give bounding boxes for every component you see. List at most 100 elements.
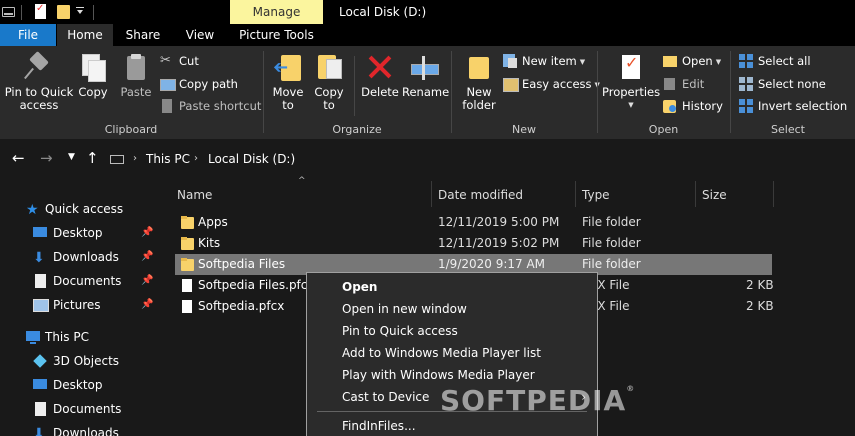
- address-bar[interactable]: › This PC › Local Disk (D:): [106, 147, 855, 171]
- nav-pc-desktop[interactable]: Desktop: [0, 373, 170, 397]
- tab-share[interactable]: Share: [115, 24, 171, 46]
- tab-picture-tools[interactable]: Picture Tools: [230, 24, 323, 46]
- nav-this-pc[interactable]: This PC: [0, 325, 170, 349]
- copy-icon: [78, 52, 108, 82]
- menu-item-findinfiles[interactable]: FindInFiles...: [308, 415, 596, 436]
- invert-selection-label: Invert selection: [758, 99, 848, 113]
- move-to-button[interactable]: Move to: [270, 52, 306, 112]
- column-divider[interactable]: [431, 181, 432, 207]
- select-all-button[interactable]: Select all: [739, 51, 811, 71]
- ribbon: Pin to Quick access Copy Paste Cut Copy …: [0, 46, 855, 139]
- file-row[interactable]: Apps 12/11/2019 5:00 PM File folder: [175, 212, 772, 233]
- select-none-label: Select none: [758, 77, 826, 91]
- file-name: Softpedia Files: [198, 257, 286, 271]
- nav-3d-objects[interactable]: 3D Objects: [0, 349, 170, 373]
- rename-icon: [409, 52, 439, 82]
- tab-file[interactable]: File: [0, 24, 56, 46]
- breadcrumb-local-disk[interactable]: Local Disk (D:): [208, 147, 295, 171]
- copy-path-button[interactable]: Copy path: [160, 74, 238, 94]
- chevron-down-icon: ▼: [579, 58, 586, 66]
- copy-label: Copy: [78, 85, 108, 99]
- file-icon: [181, 300, 193, 313]
- nav-quick-access[interactable]: Quick access: [0, 197, 170, 222]
- column-header-name[interactable]: Name: [177, 184, 212, 206]
- menu-item-open-new-window[interactable]: Open in new window: [308, 298, 596, 320]
- history-button[interactable]: History: [663, 96, 723, 116]
- chevron-down-icon: ▼: [628, 101, 634, 109]
- rename-label: Rename: [402, 85, 450, 99]
- file-date: 12/11/2019 5:02 PM: [438, 236, 560, 250]
- pin-quick-access-button[interactable]: Pin to Quick access: [4, 52, 74, 112]
- tab-home[interactable]: Home: [57, 24, 113, 46]
- new-item-button[interactable]: New item ▼: [503, 51, 585, 71]
- customize-toolbar-icon[interactable]: [76, 7, 85, 16]
- menu-item-play-wmp[interactable]: Play with Windows Media Player: [308, 364, 596, 386]
- nav-desktop[interactable]: Desktop 📌: [0, 221, 170, 245]
- properties-icon[interactable]: [35, 3, 46, 19]
- ribbon-tabs: File Home Share View Picture Tools: [0, 24, 855, 46]
- new-folder-icon[interactable]: [57, 5, 70, 19]
- select-none-icon: [739, 76, 753, 91]
- folder-icon: [181, 258, 194, 271]
- nav-label: Documents: [53, 402, 122, 416]
- menu-item-add-wmp-list[interactable]: Add to Windows Media Player list: [308, 342, 596, 364]
- new-item-label: New item: [522, 54, 577, 68]
- up-arrow-icon[interactable]: ↑: [86, 149, 99, 167]
- back-arrow-icon[interactable]: ←: [12, 149, 25, 167]
- nav-pc-downloads[interactable]: Downloads: [0, 421, 170, 436]
- paste-shortcut-button[interactable]: Paste shortcut: [160, 96, 261, 116]
- column-header-type[interactable]: Type: [582, 184, 610, 206]
- chevron-down-icon[interactable]: ▼: [68, 152, 75, 162]
- desktop-icon: [33, 226, 47, 240]
- menu-item-open[interactable]: Open: [308, 276, 596, 298]
- column-divider[interactable]: [575, 181, 576, 207]
- column-divider[interactable]: [695, 181, 696, 207]
- scissors-icon: [160, 51, 174, 71]
- new-folder-button[interactable]: New folder: [458, 52, 500, 112]
- breadcrumb-this-pc[interactable]: This PC: [146, 147, 190, 171]
- nav-documents[interactable]: Documents 📌: [0, 269, 170, 293]
- file-row[interactable]: Kits 12/11/2019 5:02 PM File folder: [175, 233, 772, 254]
- copy-to-button[interactable]: Copy to: [311, 52, 347, 112]
- nav-downloads[interactable]: Downloads 📌: [0, 245, 170, 270]
- cut-button[interactable]: Cut: [160, 51, 199, 71]
- select-none-button[interactable]: Select none: [739, 74, 826, 94]
- copy-button[interactable]: Copy: [76, 52, 110, 99]
- invert-selection-button[interactable]: Invert selection: [739, 96, 847, 116]
- copy-path-label: Copy path: [179, 77, 238, 91]
- select-all-label: Select all: [758, 54, 811, 68]
- edit-icon: [663, 77, 677, 91]
- pin-icon: 📌: [141, 227, 154, 238]
- chevron-right-icon[interactable]: ›: [133, 147, 137, 171]
- ribbon-divider: [354, 56, 355, 116]
- properties-button[interactable]: Properties ▼: [602, 52, 660, 112]
- download-icon: [33, 422, 47, 436]
- file-name: Softpedia Files.pfcx: [198, 278, 315, 292]
- forward-arrow-icon[interactable]: →: [40, 149, 53, 167]
- file-name: Softpedia.pfcx: [198, 299, 285, 313]
- watermark-text: SOFTPEDIA: [440, 384, 627, 417]
- rename-button[interactable]: Rename: [402, 52, 450, 99]
- drive-icon: [110, 155, 124, 164]
- nav-pc-documents[interactable]: Documents: [0, 397, 170, 421]
- tab-view[interactable]: View: [172, 24, 228, 46]
- column-header-size[interactable]: Size: [702, 184, 727, 206]
- paste-shortcut-icon: [160, 98, 174, 113]
- group-label-clipboard: Clipboard: [104, 123, 158, 136]
- delete-button[interactable]: Delete: [360, 52, 400, 99]
- ribbon-divider: [263, 51, 264, 133]
- open-button[interactable]: Open ▼: [663, 51, 721, 71]
- easy-access-icon: [503, 77, 519, 92]
- file-name: Kits: [198, 236, 221, 250]
- edit-button[interactable]: Edit: [663, 74, 704, 94]
- column-divider[interactable]: [773, 181, 774, 207]
- pin-icon: 📌: [141, 275, 154, 286]
- group-label-organize: Organize: [332, 123, 382, 136]
- chevron-right-icon[interactable]: ›: [194, 147, 198, 171]
- paste-button[interactable]: Paste: [117, 52, 155, 99]
- easy-access-button[interactable]: Easy access▼: [503, 74, 600, 94]
- tab-manage[interactable]: Manage: [230, 0, 323, 24]
- column-header-date[interactable]: Date modified: [438, 184, 523, 206]
- menu-item-pin-quick-access[interactable]: Pin to Quick access: [308, 320, 596, 342]
- nav-pictures[interactable]: Pictures 📌: [0, 293, 170, 317]
